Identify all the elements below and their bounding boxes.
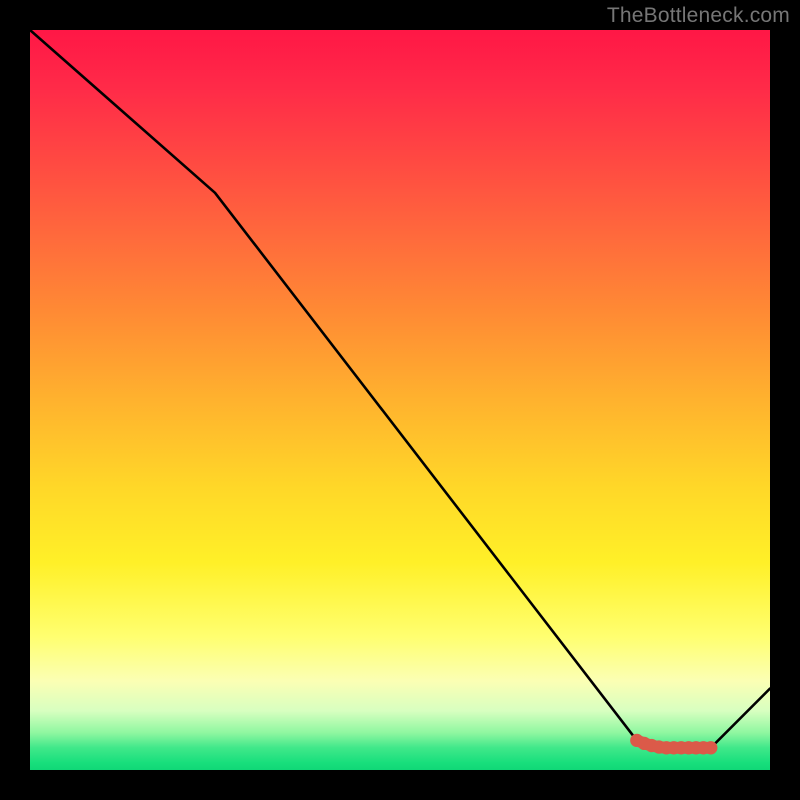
watermark-text: TheBottleneck.com xyxy=(607,4,790,28)
chart-svg xyxy=(30,30,770,770)
series-curve xyxy=(30,30,770,748)
highlight-dot xyxy=(704,741,717,754)
chart-frame: TheBottleneck.com xyxy=(0,0,800,800)
highlight-dots xyxy=(630,734,717,755)
plot-area xyxy=(30,30,770,770)
